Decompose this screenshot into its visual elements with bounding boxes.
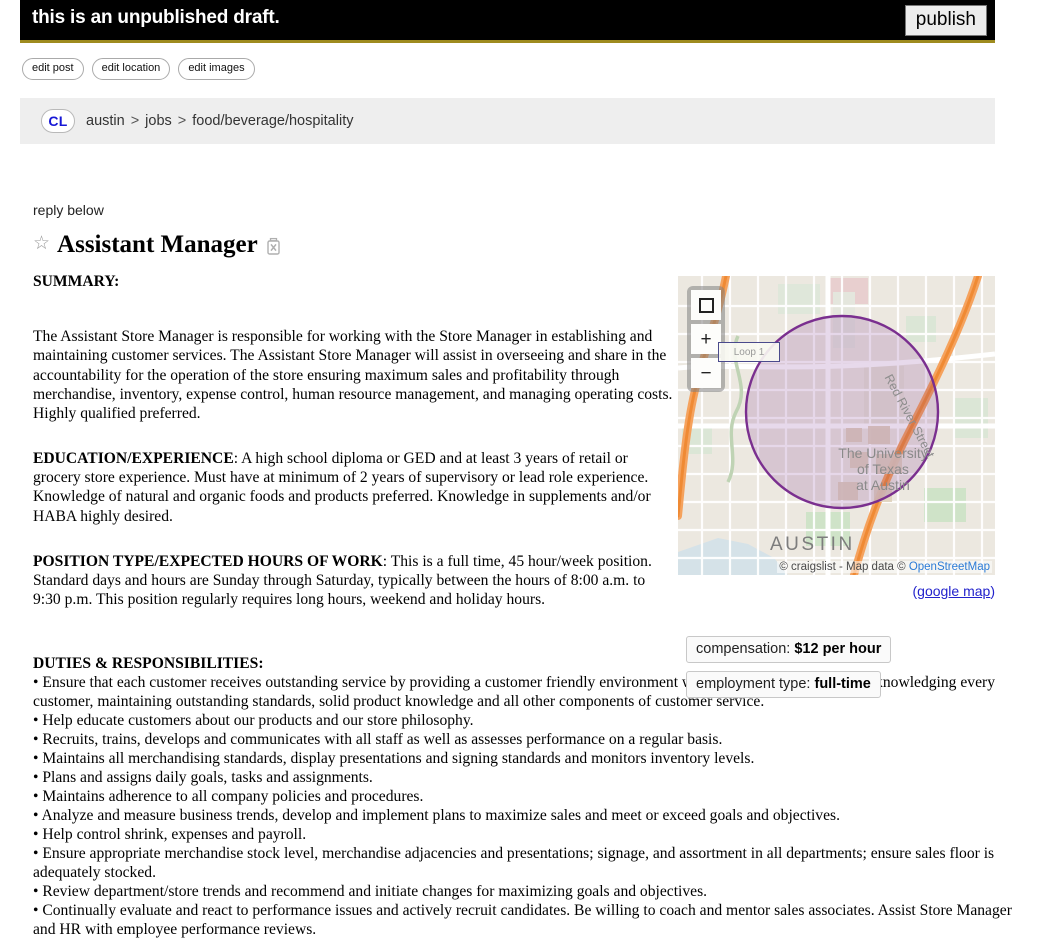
attribute-group: compensation: $12 per hour employment ty… bbox=[686, 636, 891, 706]
map-attribution: © craigslist - Map data © OpenStreetMap bbox=[777, 561, 992, 573]
map-controls: + − bbox=[687, 286, 725, 392]
attribute-employment-type-label: employment type: bbox=[696, 676, 814, 692]
duty-item: • Maintains adherence to all company pol… bbox=[33, 787, 1013, 806]
breadcrumb-item-city[interactable]: austin bbox=[86, 113, 125, 129]
reply-below-link[interactable]: reply below bbox=[33, 202, 104, 218]
edit-images-button[interactable]: edit images bbox=[178, 58, 254, 80]
map-place-label: The University of Texas at Austin bbox=[838, 445, 928, 493]
post-title-row: ☆ Assistant Manager bbox=[33, 232, 282, 257]
duty-item: • Recruits, trains, develops and communi… bbox=[33, 730, 1013, 749]
duty-item: • Help control shrink, expenses and payr… bbox=[33, 825, 1013, 844]
map-place-label-line1: The University bbox=[838, 445, 928, 461]
map-place-label-line2: of Texas bbox=[838, 461, 928, 477]
delete-trash-icon[interactable] bbox=[265, 237, 282, 255]
breadcrumb-separator: > bbox=[178, 113, 186, 129]
duty-item: • Continually evaluate and react to perf… bbox=[33, 901, 1013, 939]
google-map-link[interactable]: google map bbox=[917, 583, 990, 599]
position-paragraph: POSITION TYPE/EXPECTED HOURS OF WORK: Th… bbox=[33, 552, 675, 610]
breadcrumb-item-section[interactable]: jobs bbox=[145, 113, 172, 129]
page-title: Assistant Manager bbox=[57, 232, 258, 257]
duty-item: • Analyze and measure business trends, d… bbox=[33, 806, 1013, 825]
location-map[interactable]: The University of Texas at Austin Red Ri… bbox=[678, 276, 995, 575]
edit-button-row: edit post edit location edit images bbox=[22, 58, 255, 80]
fullscreen-icon bbox=[699, 298, 714, 313]
attribute-compensation: compensation: $12 per hour bbox=[686, 636, 891, 663]
duty-item: • Ensure appropriate merchandise stock l… bbox=[33, 844, 1013, 882]
breadcrumb-separator: > bbox=[131, 113, 139, 129]
map-place-label-line3: at Austin bbox=[838, 477, 928, 493]
breadcrumb: austin > jobs > food/beverage/hospitalit… bbox=[86, 113, 353, 129]
map-road-label: Loop 1 bbox=[718, 342, 780, 362]
craigslist-logo[interactable]: CL bbox=[41, 109, 75, 133]
edit-post-button[interactable]: edit post bbox=[22, 58, 84, 80]
post-body-upper: SUMMARY: The Assistant Store Manager is … bbox=[33, 272, 675, 609]
map-tiles bbox=[678, 276, 995, 575]
duty-item: • Review department/store trends and rec… bbox=[33, 882, 1013, 901]
map-fullscreen-button[interactable] bbox=[691, 290, 721, 320]
draft-banner-message: this is an unpublished draft. bbox=[32, 7, 280, 29]
openstreetmap-link[interactable]: OpenStreetMap bbox=[909, 561, 990, 573]
google-map-link-wrap: (google map) bbox=[678, 583, 995, 599]
duty-item: • Plans and assigns daily goals, tasks a… bbox=[33, 768, 1013, 787]
draft-banner: this is an unpublished draft. publish bbox=[20, 0, 995, 43]
map-zoom-in-button[interactable]: + bbox=[691, 324, 721, 354]
duty-item: • Help educate customers about our produ… bbox=[33, 711, 1013, 730]
attribute-compensation-value: $12 per hour bbox=[794, 641, 881, 657]
attribute-compensation-label: compensation: bbox=[696, 641, 794, 657]
attribute-employment-type: employment type: full-time bbox=[686, 671, 881, 698]
publish-button[interactable]: publish bbox=[905, 5, 987, 36]
education-paragraph: EDUCATION/EXPERIENCE: A high school dipl… bbox=[33, 449, 675, 526]
map-zoom-out-button[interactable]: − bbox=[691, 358, 721, 388]
summary-heading: SUMMARY: bbox=[33, 272, 675, 291]
map-city-label: AUSTIN bbox=[770, 534, 855, 556]
breadcrumb-item-category[interactable]: food/beverage/hospitality bbox=[192, 113, 353, 129]
education-heading: EDUCATION/EXPERIENCE bbox=[33, 450, 234, 467]
position-heading: POSITION TYPE/EXPECTED HOURS OF WORK bbox=[33, 553, 383, 570]
breadcrumb-bar: CL austin > jobs > food/beverage/hospita… bbox=[20, 98, 995, 144]
duty-item: • Maintains all merchandising standards,… bbox=[33, 749, 1013, 768]
attribute-employment-type-value: full-time bbox=[814, 676, 870, 692]
favorite-star-icon[interactable]: ☆ bbox=[33, 234, 50, 253]
summary-body: The Assistant Store Manager is responsib… bbox=[33, 327, 675, 423]
map-attribution-text: © craigslist - Map data © bbox=[779, 561, 908, 573]
edit-location-button[interactable]: edit location bbox=[92, 58, 171, 80]
